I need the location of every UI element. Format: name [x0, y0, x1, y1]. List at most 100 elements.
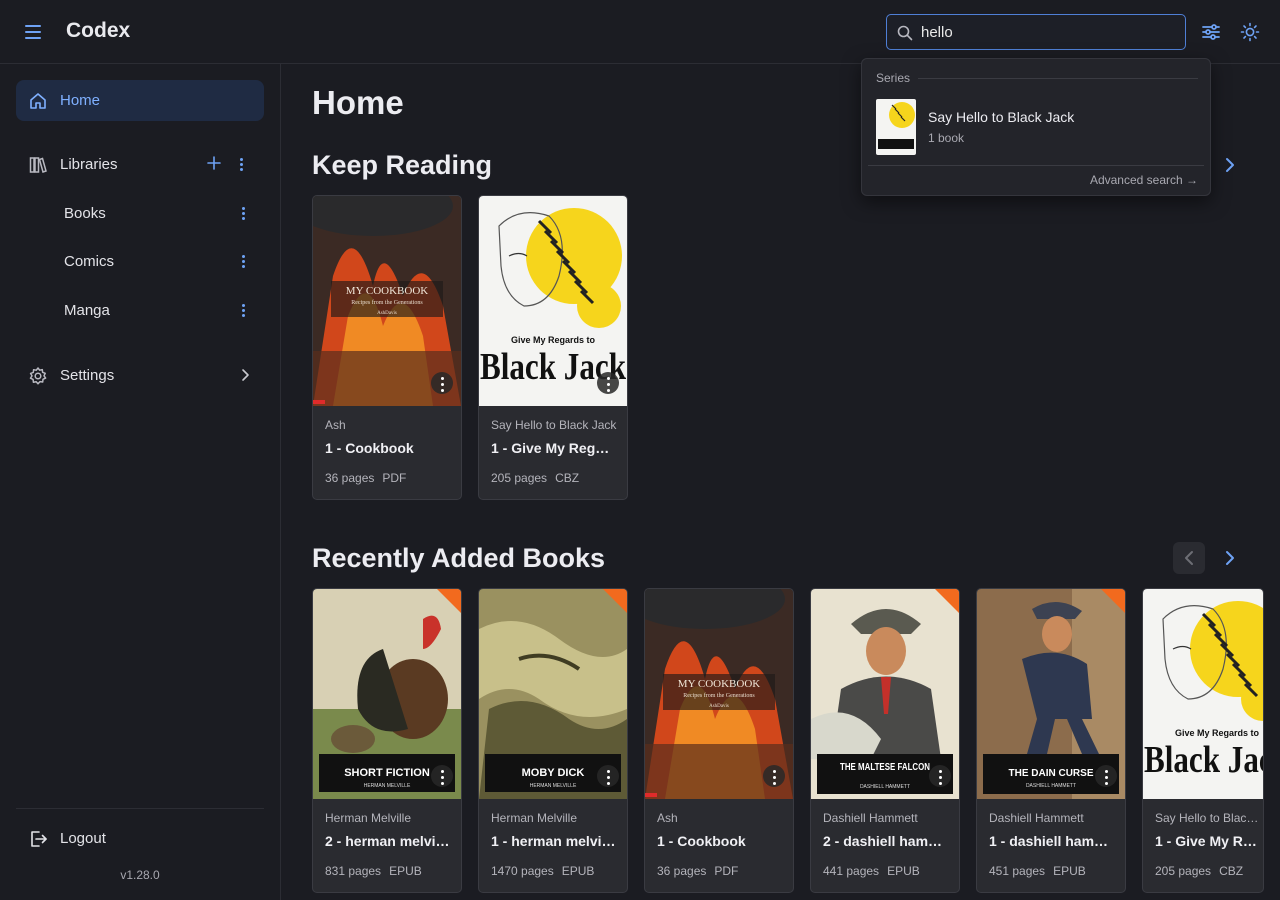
cover-author: AshDavis [377, 311, 397, 316]
cover-title: MOBY DICK [522, 767, 585, 779]
card-meta: 831 pages EPUB [325, 864, 422, 878]
card-format: EPUB [1053, 864, 1086, 878]
book-cover: Give My Regards to Black Jack [1143, 589, 1264, 799]
card-meta: 1470 pages EPUB [491, 864, 594, 878]
card-format: CBZ [1219, 864, 1244, 878]
books-more-icon[interactable] [236, 205, 250, 223]
search-input[interactable] [921, 22, 1171, 42]
cover-subtitle: DASHIELL HAMMETT [860, 784, 910, 790]
cover-title: THE DAIN CURSE [1008, 768, 1093, 779]
menu-icon[interactable] [22, 21, 44, 43]
libraries-more-icon[interactable] [234, 156, 248, 174]
search-results-dropdown: Series Say Hello to Black Jack 1 book Ad… [861, 58, 1211, 196]
new-badge [935, 589, 959, 613]
card-pages: 1470 pages [491, 864, 554, 878]
sidebar-item-books[interactable]: Books [16, 193, 264, 234]
advanced-search-link[interactable]: Advanced search → [1090, 173, 1198, 187]
card-title[interactable]: 1 - Give My Regards to Black Jack [1155, 833, 1263, 849]
card-more-icon[interactable] [431, 372, 453, 394]
search-box[interactable] [886, 14, 1186, 50]
result-thumbnail [876, 99, 916, 155]
add-library-icon[interactable] [206, 155, 222, 176]
cover-subtitle: DASHIELL HAMMETT [1026, 783, 1076, 789]
logout-label: Logout [60, 830, 106, 847]
card-more-icon[interactable] [597, 765, 619, 787]
card-author: Say Hello to Black Jack [491, 418, 617, 432]
logout-button[interactable]: Logout [16, 820, 264, 856]
book-card[interactable]: SHORT FICTION HERMAN MELVILLE Herman Mel… [312, 588, 462, 893]
cover-author: AshDavis [709, 704, 729, 709]
comics-more-icon[interactable] [236, 253, 250, 271]
sidebar-item-home[interactable]: Home [16, 80, 264, 121]
home-icon [28, 91, 48, 116]
app-version: v1.28.0 [120, 868, 160, 882]
book-card[interactable]: THE MALTESE FALCON DASHIELL HAMMETT Dash… [810, 588, 960, 893]
dropdown-divider [868, 165, 1204, 166]
reading-progress-bar [313, 400, 325, 404]
card-author: Say Hello to Black Jack [1155, 811, 1263, 825]
card-more-icon[interactable] [597, 372, 619, 394]
card-more-icon[interactable] [763, 765, 785, 787]
book-card[interactable]: MY COOKBOOK Recipes from the Generations… [312, 195, 462, 500]
cover-subtitle: HERMAN MELVILLE [364, 783, 411, 789]
theme-sun-icon[interactable] [1240, 22, 1260, 42]
card-title[interactable]: 2 - dashiell hammett [823, 833, 949, 849]
sidebar: Home Libraries Books Comics Manga Settin… [0, 64, 281, 900]
recently-added-prev-button[interactable] [1173, 542, 1205, 574]
result-category-label: Series [876, 71, 911, 85]
card-title[interactable]: 1 - Cookbook [325, 440, 451, 456]
search-icon [897, 25, 913, 46]
cover-title: MY COOKBOOK [678, 678, 760, 690]
book-card[interactable]: Give My Regards to Black Jack Say Hello … [478, 195, 628, 500]
card-format: PDF [382, 471, 407, 485]
sidebar-item-libraries[interactable]: Libraries [16, 144, 264, 185]
card-pages: 441 pages [823, 864, 880, 878]
card-pages: 205 pages [1155, 864, 1212, 878]
card-title[interactable]: 1 - herman melville [491, 833, 617, 849]
card-format: CBZ [555, 471, 580, 485]
card-author: Ash [657, 811, 678, 825]
book-card[interactable]: THE DAIN CURSE DASHIELL HAMMETT Dashiell… [976, 588, 1126, 893]
manga-more-icon[interactable] [236, 302, 250, 320]
book-card[interactable]: MOBY DICK HERMAN MELVILLE Herman Melvill… [478, 588, 628, 893]
app-title: Codex [66, 19, 131, 42]
library-icon [28, 155, 48, 180]
card-author: Herman Melville [325, 811, 412, 825]
card-meta: 36 pages PDF [657, 864, 738, 878]
card-more-icon[interactable] [929, 765, 951, 787]
result-count: 1 book [928, 131, 965, 145]
card-more-icon[interactable] [431, 765, 453, 787]
cover-title: Black Jack [1144, 739, 1264, 781]
card-format: PDF [714, 864, 739, 878]
card-meta: 441 pages EPUB [823, 864, 920, 878]
card-title[interactable]: 2 - herman melville [325, 833, 451, 849]
card-author: Dashiell Hammett [989, 811, 1084, 825]
card-format: EPUB [561, 864, 595, 878]
top-bar: Codex [0, 0, 1280, 64]
book-card[interactable]: MY COOKBOOK Recipes from the Generations… [644, 588, 794, 893]
card-pages: 36 pages [325, 471, 375, 485]
new-badge [437, 589, 461, 613]
sidebar-item-label: Settings [60, 367, 115, 384]
cover-title: MY COOKBOOK [346, 285, 428, 297]
recently-added-next-button[interactable] [1214, 542, 1246, 574]
card-more-icon[interactable] [1095, 765, 1117, 787]
keep-reading-next-button[interactable] [1214, 149, 1246, 181]
card-title[interactable]: 1 - dashiell hammett [989, 833, 1115, 849]
filter-settings-icon[interactable] [1201, 22, 1221, 42]
cover-subtitle: Recipes from the Generations [683, 692, 755, 699]
sidebar-item-label: Manga [64, 302, 110, 319]
sidebar-item-manga[interactable]: Manga [16, 290, 264, 331]
card-pages: 451 pages [989, 864, 1046, 878]
card-pages: 36 pages [657, 864, 707, 878]
result-name: Say Hello to Black Jack [928, 109, 1075, 125]
card-author: Ash [325, 418, 346, 432]
card-author: Herman Melville [491, 811, 578, 825]
search-result-item[interactable]: Say Hello to Black Jack 1 book [870, 95, 1202, 159]
book-card[interactable]: Give My Regards to Black Jack Say Hello … [1142, 588, 1264, 893]
sidebar-item-settings[interactable]: Settings [16, 355, 264, 396]
card-title[interactable]: 1 - Cookbook [657, 833, 783, 849]
card-title[interactable]: 1 - Give My Regards to Black Jack [491, 440, 617, 456]
cover-title: THE MALTESE FALCON [840, 762, 930, 773]
sidebar-item-comics[interactable]: Comics [16, 241, 264, 282]
